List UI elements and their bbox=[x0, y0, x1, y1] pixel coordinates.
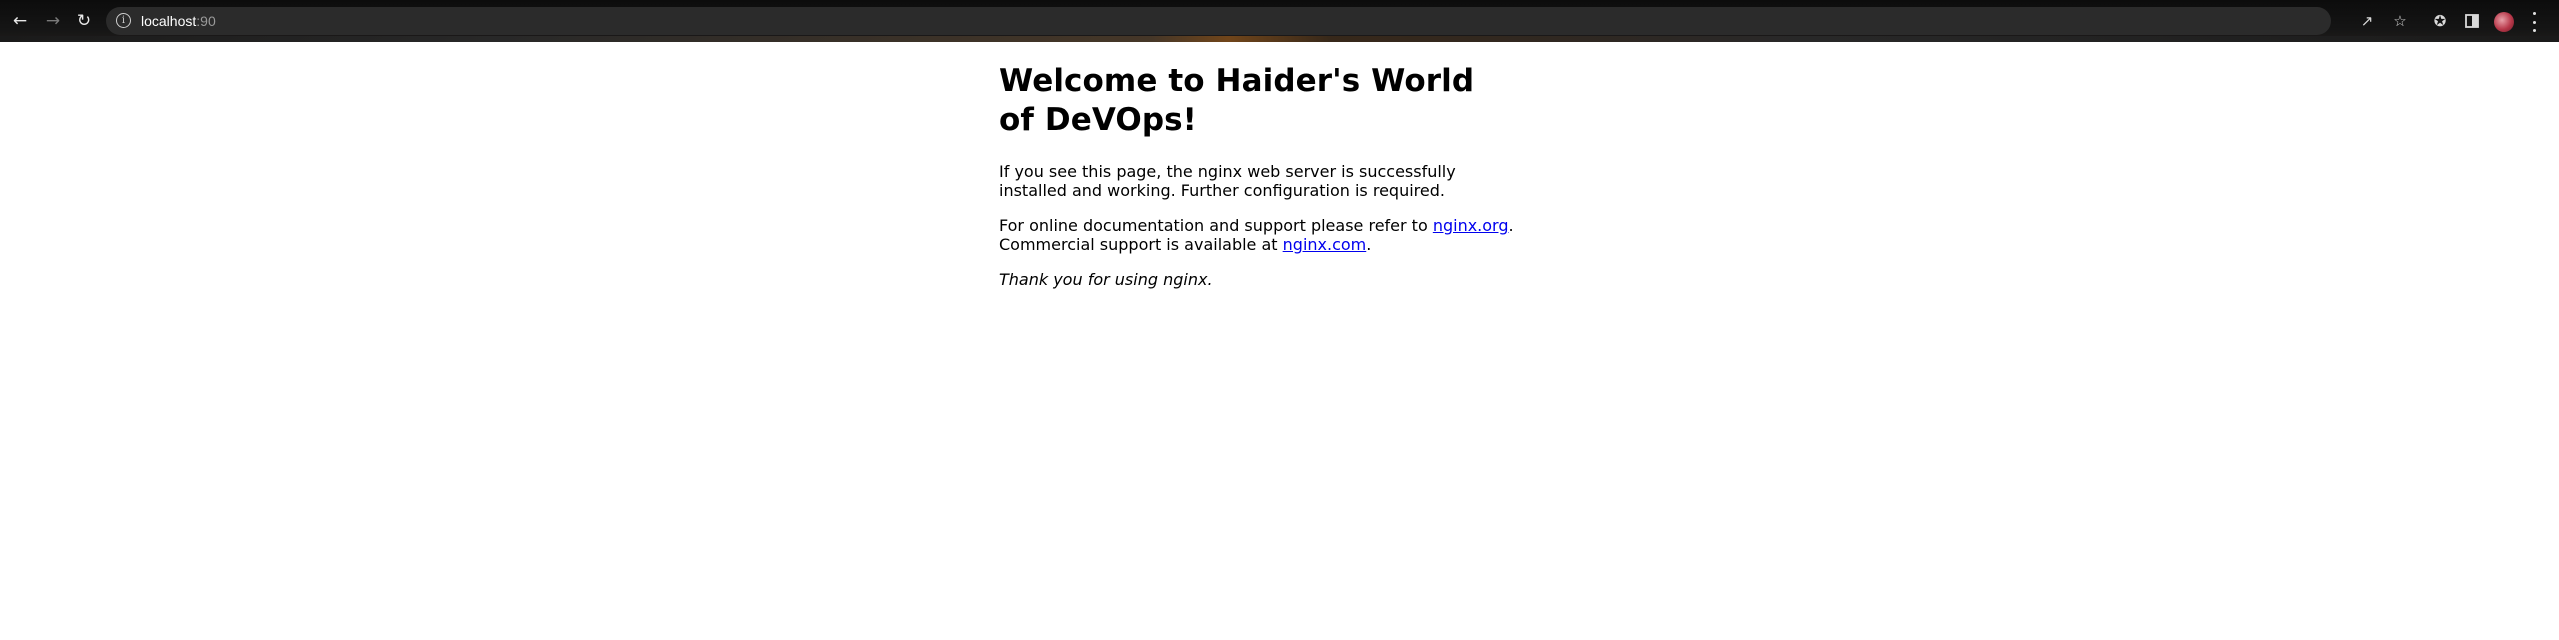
side-panel-icon[interactable] bbox=[2462, 11, 2482, 31]
puzzle-icon[interactable]: ✪ bbox=[2430, 11, 2450, 31]
nginx-org-link[interactable]: nginx.org bbox=[1433, 216, 1509, 235]
commercial-punct: . bbox=[1366, 235, 1372, 254]
star-icon[interactable]: ☆ bbox=[2390, 11, 2410, 31]
toolbar-theme-strip bbox=[0, 36, 2559, 42]
url-port: :90 bbox=[196, 13, 216, 29]
kebab-menu-icon[interactable] bbox=[2530, 12, 2538, 32]
forward-arrow-icon[interactable]: → bbox=[41, 9, 65, 33]
commercial-support-text: Commercial support is available at bbox=[999, 235, 1283, 254]
address-bar[interactable]: i localhost:90 bbox=[106, 7, 2331, 35]
avatar[interactable] bbox=[2494, 12, 2514, 32]
share-icon[interactable]: ↗ bbox=[2357, 11, 2377, 31]
intro-paragraph: If you see this page, the nginx web serv… bbox=[999, 162, 1456, 200]
url-text[interactable]: localhost:90 bbox=[141, 13, 216, 29]
info-icon[interactable]: i bbox=[116, 13, 131, 28]
reload-icon[interactable]: ↻ bbox=[72, 9, 96, 33]
nginx-com-link[interactable]: nginx.com bbox=[1283, 235, 1367, 254]
support-paragraph: For online documentation and support ple… bbox=[999, 216, 1519, 254]
url-host: localhost bbox=[141, 13, 197, 29]
page-title: Welcome to Haider's World of DeVOps! bbox=[999, 63, 1475, 138]
support-text: For online documentation and support ple… bbox=[999, 216, 1433, 235]
thanks-paragraph: Thank you for using nginx. bbox=[999, 270, 1519, 289]
page-content: Welcome to Haider's World of DeVOps! If … bbox=[999, 62, 1519, 305]
browser-toolbar: ← → ↻ i localhost:90 ↗ ☆ ✪ bbox=[0, 0, 2559, 42]
back-arrow-icon[interactable]: ← bbox=[8, 9, 32, 33]
thanks-text: Thank you for using nginx. bbox=[999, 270, 1213, 289]
support-punct: . bbox=[1508, 216, 1514, 235]
